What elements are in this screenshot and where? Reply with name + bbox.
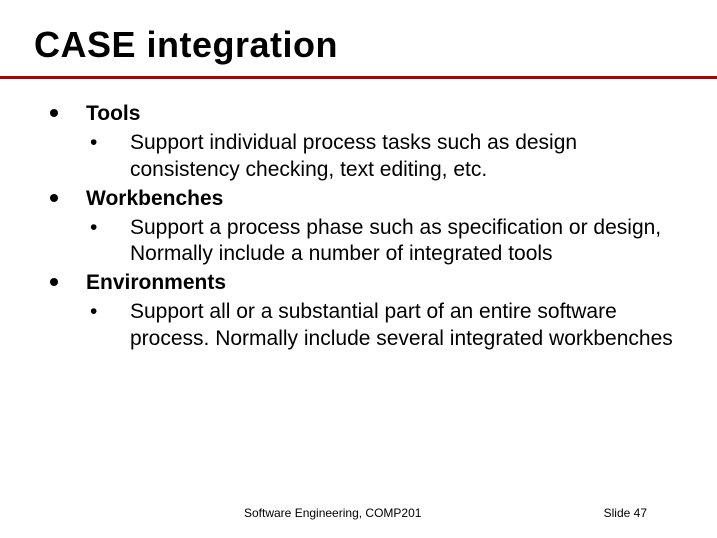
slide-title: CASE integration [34, 24, 717, 66]
list-item: Workbenches [44, 186, 677, 213]
bullet-icon [50, 194, 58, 202]
item-description: Support all or a substantial part of an … [130, 300, 673, 350]
footer-course: Software Engineering, COMP201 [244, 506, 421, 520]
slide: CASE integration Tools • Support individ… [0, 0, 717, 538]
item-description: Support individual process tasks such as… [130, 131, 577, 181]
title-block: CASE integration [0, 0, 717, 66]
item-label: Tools [86, 102, 140, 125]
bullet-icon: • [90, 215, 97, 242]
list-item: Environments [44, 270, 677, 297]
item-label: Workbenches [86, 187, 223, 210]
footer-slide-number: Slide 47 [604, 506, 647, 520]
list-subitem: • Support a process phase such as specif… [44, 215, 677, 269]
bullet-icon [50, 109, 58, 117]
list-subitem: • Support all or a substantial part of a… [44, 299, 677, 353]
bullet-icon: • [90, 130, 97, 157]
content-area: Tools • Support individual process tasks… [0, 79, 717, 353]
item-description: Support a process phase such as specific… [130, 216, 661, 266]
bullet-icon: • [90, 299, 97, 326]
bullet-icon [50, 278, 58, 286]
item-label: Environments [86, 271, 226, 294]
list-item: Tools [44, 101, 677, 128]
list-subitem: • Support individual process tasks such … [44, 130, 677, 184]
